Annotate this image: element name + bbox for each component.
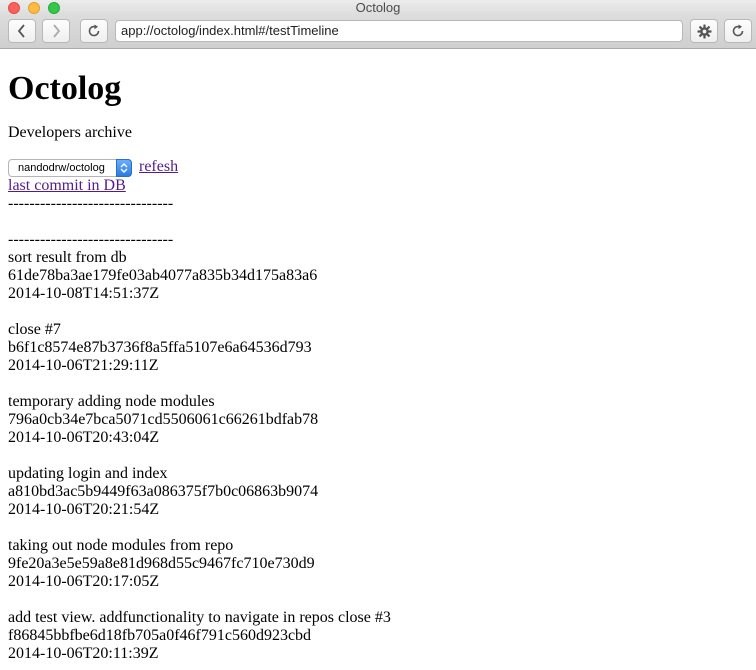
commit-date: 2014-10-06T20:43:04Z: [8, 429, 160, 446]
commit-message: temporary adding node modules: [8, 393, 215, 410]
commit-date: 2014-10-08T14:51:37Z: [8, 285, 160, 302]
commit-sha: 9fe20a3e5e59a8e81d968d55c9467fc710e730d9: [8, 555, 315, 572]
separator-line: -------------------------------: [8, 231, 174, 248]
repo-select[interactable]: nandodrw/octolog: [8, 159, 132, 177]
reload-icon: [732, 24, 744, 37]
window-titlebar: Octolog: [0, 0, 756, 16]
commit-message: sort result from db: [8, 249, 127, 266]
window-title: Octolog: [355, 0, 401, 15]
commit-item: updating login and index a810bd3ac5b9449…: [8, 465, 748, 537]
page-title: Octolog: [8, 70, 122, 107]
commit-item: close #7 b6f1c8574e87b3736f8a5ffa5107e6a…: [8, 321, 748, 393]
refresh-link[interactable]: refesh: [139, 158, 178, 176]
commit-item: taking out node modules from repo 9fe20a…: [8, 537, 748, 609]
commit-sha: 61de78ba3ae179fe03ab4077a835b34d175a83a6: [8, 267, 318, 284]
commit-message: updating login and index: [8, 465, 168, 482]
refresh-button[interactable]: [724, 19, 752, 43]
commit-item: temporary adding node modules 796a0cb34e…: [8, 393, 748, 465]
repo-controls: nandodrw/octolog refesh: [8, 157, 748, 177]
reload-icon: [88, 24, 100, 37]
repo-select-value: nandodrw/octolog: [18, 162, 105, 174]
commit-sha: b6f1c8574e87b3736f8a5ffa5107e6a64536d793: [8, 339, 312, 356]
chevron-left-icon: [17, 24, 25, 38]
commit-message: close #7: [8, 321, 61, 338]
commit-date: 2014-10-06T21:29:11Z: [8, 357, 159, 374]
commit-item: add test view. addfunctionality to navig…: [8, 609, 748, 663]
commit-date: 2014-10-06T20:17:05Z: [8, 573, 160, 590]
commit-sha: f86845bbfbe6d18fb705a0f46f791c560d923cbd: [8, 627, 312, 644]
separator-line: -------------------------------: [8, 195, 174, 212]
settings-button[interactable]: [690, 19, 718, 43]
commit-list: sort result from db 61de78ba3ae179fe03ab…: [8, 249, 748, 663]
gear-icon: [696, 23, 712, 39]
commit-message: add test view. addfunctionality to navig…: [8, 609, 391, 626]
browser-toolbar: app://octolog/index.html#/testTimeline: [0, 16, 756, 49]
page-subtitle: Developers archive: [8, 124, 132, 141]
reload-button[interactable]: [80, 19, 108, 43]
commit-message: taking out node modules from repo: [8, 537, 234, 554]
page-content: Octolog Developers archive nandodrw/octo…: [0, 69, 756, 663]
commit-item: sort result from db 61de78ba3ae179fe03ab…: [8, 249, 748, 321]
forward-button[interactable]: [42, 19, 70, 43]
select-arrows-icon: [116, 159, 132, 177]
last-commit-link[interactable]: last commit in DB: [8, 177, 126, 195]
commit-sha: 796a0cb34e7bca5071cd5506061c66261bdfab78: [8, 411, 319, 428]
chevron-right-icon: [53, 24, 61, 38]
commit-date: 2014-10-06T20:11:39Z: [8, 645, 159, 662]
commit-sha: a810bd3ac5b9449f63a086375f7b0c06863b9074: [8, 483, 319, 500]
back-button[interactable]: [8, 19, 36, 43]
commit-date: 2014-10-06T20:21:54Z: [8, 501, 160, 518]
address-bar[interactable]: app://octolog/index.html#/testTimeline: [115, 20, 683, 42]
